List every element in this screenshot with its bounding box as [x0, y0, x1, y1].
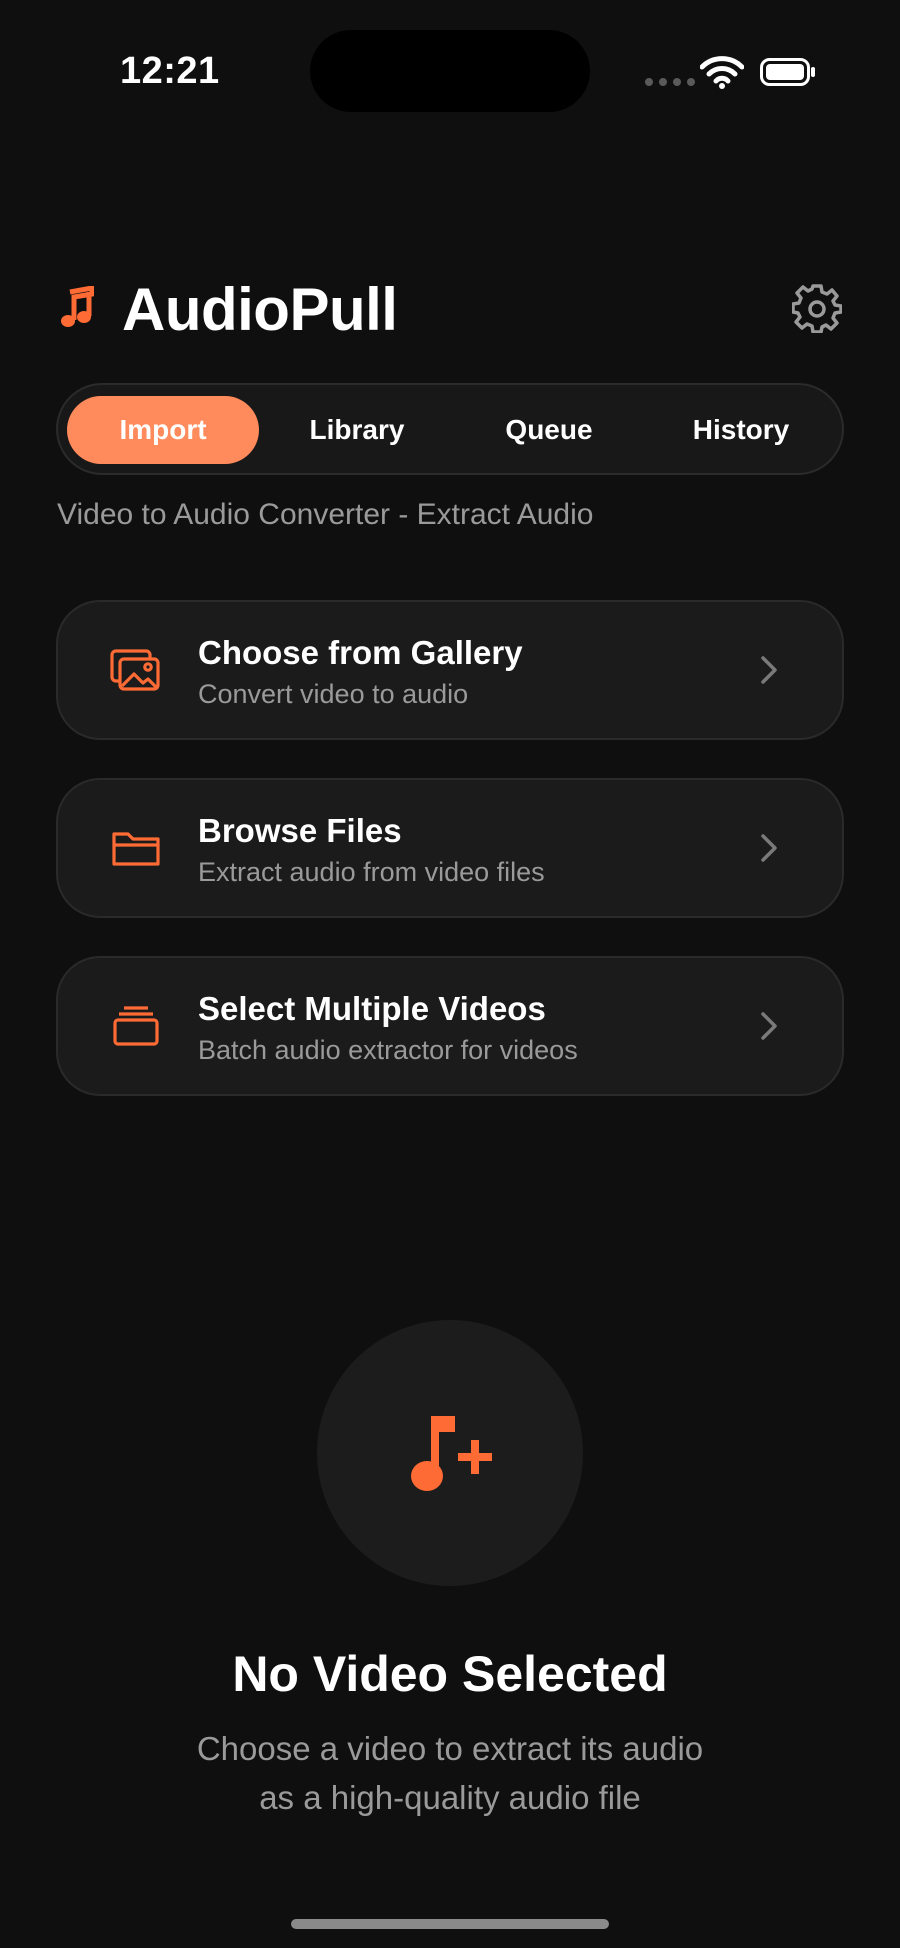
- empty-state-line-1: Choose a video to extract its audio: [196, 1730, 704, 1767]
- chevron-right-icon: [761, 834, 777, 862]
- cellular-signal-icon: [645, 78, 695, 86]
- status-time: 12:21: [120, 50, 220, 92]
- option-subtitle: Extract audio from video files: [198, 857, 545, 887]
- chevron-right-icon: [761, 1012, 777, 1040]
- empty-state-description: Choose a video to extract its audio as a…: [0, 1724, 900, 1822]
- wifi-icon: [700, 56, 744, 89]
- option-title: Browse Files: [198, 812, 402, 849]
- music-note-plus-icon: [411, 1416, 492, 1491]
- music-note-icon: [61, 286, 94, 327]
- option-subtitle: Convert video to audio: [198, 679, 469, 709]
- empty-state-illustration: [317, 1320, 583, 1586]
- stack-icon: [113, 1006, 159, 1046]
- option-title: Choose from Gallery: [198, 634, 523, 671]
- tab-history[interactable]: History: [645, 396, 837, 464]
- gear-icon[interactable]: [792, 283, 842, 333]
- select-multiple-videos-button[interactable]: Select Multiple Videos Batch audio extra…: [56, 956, 844, 1096]
- browse-files-button[interactable]: Browse Files Extract audio from video fi…: [56, 778, 844, 918]
- battery-icon: [760, 58, 815, 86]
- segmented-tabs: Import Library Queue History: [56, 383, 844, 475]
- home-indicator[interactable]: [291, 1919, 609, 1929]
- tab-queue[interactable]: Queue: [453, 396, 645, 464]
- page-subtitle: Video to Audio Converter - Extract Audio: [57, 498, 594, 531]
- tab-import[interactable]: Import: [67, 396, 259, 464]
- photo-gallery-icon: [110, 649, 160, 691]
- empty-state-title: No Video Selected: [232, 1646, 668, 1702]
- empty-state-line-2: as a high-quality audio file: [259, 1779, 641, 1816]
- chevron-right-icon: [761, 656, 777, 684]
- app-title: AudioPull: [122, 276, 398, 343]
- tab-library[interactable]: Library: [261, 396, 453, 464]
- option-title: Select Multiple Videos: [198, 990, 546, 1027]
- folder-icon: [112, 832, 160, 866]
- choose-from-gallery-button[interactable]: Choose from Gallery Convert video to aud…: [56, 600, 844, 740]
- dynamic-island: [310, 30, 590, 112]
- option-subtitle: Batch audio extractor for videos: [198, 1035, 578, 1065]
